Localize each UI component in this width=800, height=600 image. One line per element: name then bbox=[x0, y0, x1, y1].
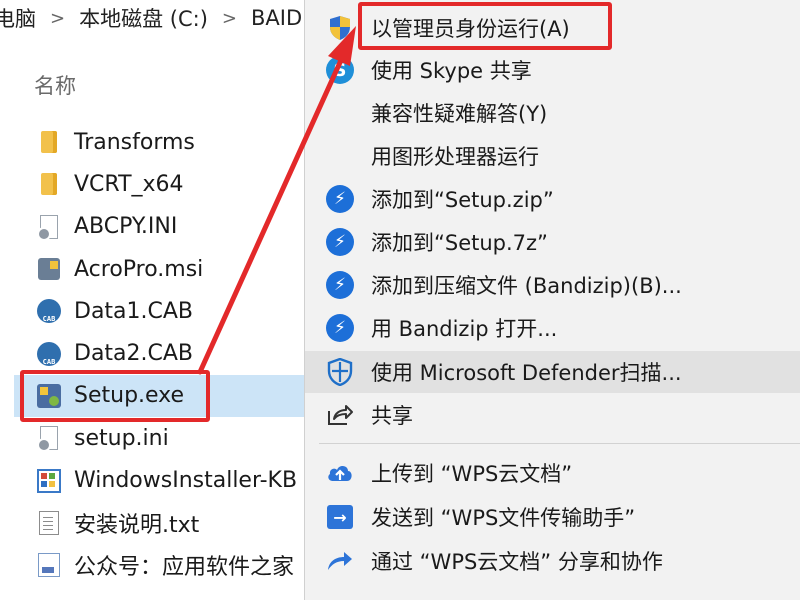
share-icon bbox=[325, 400, 355, 430]
file-row[interactable]: CAB Data1.CAB bbox=[0, 290, 310, 332]
menu-item-skype-share[interactable]: S 使用 Skype 共享 bbox=[305, 49, 800, 91]
breadcrumb-item-pc[interactable]: 电脑 bbox=[0, 3, 38, 33]
bandizip-icon: ⚡ bbox=[325, 270, 355, 300]
menu-item-add-to-7z[interactable]: ⚡ 添加到“Setup.7z” bbox=[305, 221, 800, 263]
menu-item-label: 上传到 “WPS云文档” bbox=[371, 462, 573, 486]
file-explorer-pane: 电脑 > 本地磁盘 (C:) > BAID 名称 Transforms VCRT… bbox=[0, 0, 320, 600]
file-row[interactable]: Transforms bbox=[0, 121, 310, 163]
msi-file-icon bbox=[36, 256, 62, 282]
file-row[interactable]: WindowsInstaller-KB bbox=[0, 459, 310, 501]
menu-item-add-to-zip[interactable]: ⚡ 添加到“Setup.zip” bbox=[305, 178, 800, 220]
folder-icon bbox=[36, 171, 62, 197]
breadcrumb-item-folder[interactable]: BAID bbox=[249, 6, 304, 30]
file-row[interactable]: 安装说明.txt bbox=[0, 502, 310, 544]
file-name: Transforms bbox=[74, 129, 195, 155]
file-name: AcroPro.msi bbox=[74, 256, 204, 282]
menu-item-add-to-archive[interactable]: ⚡ 添加到压缩文件 (Bandizip)(B)... bbox=[305, 264, 800, 306]
menu-item-defender-scan[interactable]: 使用 Microsoft Defender扫描... bbox=[305, 351, 800, 393]
file-name: 安装说明.txt bbox=[74, 512, 200, 538]
uac-shield-icon bbox=[325, 13, 355, 43]
menu-item-label: 使用 Microsoft Defender扫描... bbox=[371, 361, 682, 385]
menu-item-label: 用 Bandizip 打开... bbox=[371, 317, 558, 341]
file-name: Data1.CAB bbox=[74, 298, 194, 324]
file-list: Transforms VCRT_x64 ABCPY.INI AcroPro.ms… bbox=[0, 121, 310, 586]
bandizip-icon: ⚡ bbox=[325, 227, 355, 257]
menu-item-label: 添加到“Setup.zip” bbox=[371, 188, 554, 212]
file-name: VCRT_x64 bbox=[74, 171, 184, 197]
chevron-right-icon: > bbox=[50, 7, 66, 29]
txt-file-icon bbox=[36, 510, 62, 536]
ini-file-icon bbox=[36, 214, 62, 241]
doc-file-icon bbox=[36, 552, 62, 578]
file-name: WindowsInstaller-KB bbox=[74, 468, 298, 494]
cloud-upload-icon bbox=[325, 458, 355, 488]
installer-file-icon bbox=[36, 468, 62, 494]
column-header-name[interactable]: 名称 bbox=[34, 70, 76, 100]
menu-item-upload-wps-cloud[interactable]: 上传到 “WPS云文档” bbox=[305, 452, 800, 494]
menu-item-send-to-wps[interactable]: → 发送到 “WPS文件传输助手” bbox=[305, 496, 800, 538]
folder-icon bbox=[36, 129, 62, 155]
menu-item-label: 使用 Skype 共享 bbox=[371, 59, 532, 83]
bandizip-icon: ⚡ bbox=[325, 313, 355, 343]
share-arrow-icon bbox=[325, 546, 355, 576]
file-row[interactable]: VCRT_x64 bbox=[0, 163, 310, 205]
menu-item-label: 添加到压缩文件 (Bandizip)(B)... bbox=[371, 274, 682, 298]
file-row[interactable]: CAB Data2.CAB bbox=[0, 332, 310, 374]
cab-file-icon: CAB bbox=[36, 298, 62, 324]
menu-item-share[interactable]: 共享 bbox=[305, 394, 800, 436]
file-row[interactable]: 公众号：应用软件之家 bbox=[0, 544, 310, 586]
defender-icon bbox=[325, 357, 355, 387]
menu-item-run-with-gpu[interactable]: 用图形处理器运行 bbox=[305, 135, 800, 177]
menu-item-wps-share-collab[interactable]: 通过 “WPS云文档” 分享和协作 bbox=[305, 540, 800, 582]
breadcrumb-item-drive-c[interactable]: 本地磁盘 (C:) bbox=[77, 3, 210, 33]
file-name: 公众号：应用软件之家 bbox=[74, 555, 295, 581]
chevron-right-icon: > bbox=[221, 7, 237, 29]
file-name: Data2.CAB bbox=[74, 341, 194, 367]
annotation-box-run-as-admin bbox=[358, 2, 612, 50]
menu-item-label: 共享 bbox=[371, 404, 413, 428]
file-name: setup.ini bbox=[74, 425, 169, 451]
file-name: ABCPY.INI bbox=[74, 214, 178, 240]
breadcrumb: 电脑 > 本地磁盘 (C:) > BAID bbox=[0, 0, 320, 36]
file-row[interactable]: ABCPY.INI bbox=[0, 206, 310, 248]
bandizip-icon: ⚡ bbox=[325, 184, 355, 214]
menu-separator bbox=[319, 443, 800, 444]
send-icon: → bbox=[325, 502, 355, 532]
file-row[interactable]: AcroPro.msi bbox=[0, 248, 310, 290]
menu-item-label: 兼容性疑难解答(Y) bbox=[371, 102, 548, 126]
skype-icon: S bbox=[325, 55, 355, 85]
file-row[interactable]: setup.ini bbox=[0, 417, 310, 459]
menu-item-label: 用图形处理器运行 bbox=[371, 145, 539, 169]
menu-item-label: 发送到 “WPS文件传输助手” bbox=[371, 506, 636, 530]
menu-item-open-with-bandizip[interactable]: ⚡ 用 Bandizip 打开... bbox=[305, 307, 800, 349]
context-menu: 以管理员身份运行(A) S 使用 Skype 共享 兼容性疑难解答(Y) 用图形… bbox=[304, 0, 800, 600]
annotation-box-setup-exe bbox=[20, 370, 210, 422]
ini-file-icon bbox=[36, 425, 62, 453]
menu-item-compat-troubleshoot[interactable]: 兼容性疑难解答(Y) bbox=[305, 92, 800, 134]
menu-item-label: 通过 “WPS云文档” 分享和协作 bbox=[371, 550, 663, 574]
cab-file-icon: CAB bbox=[36, 341, 62, 367]
menu-item-label: 添加到“Setup.7z” bbox=[371, 231, 548, 255]
